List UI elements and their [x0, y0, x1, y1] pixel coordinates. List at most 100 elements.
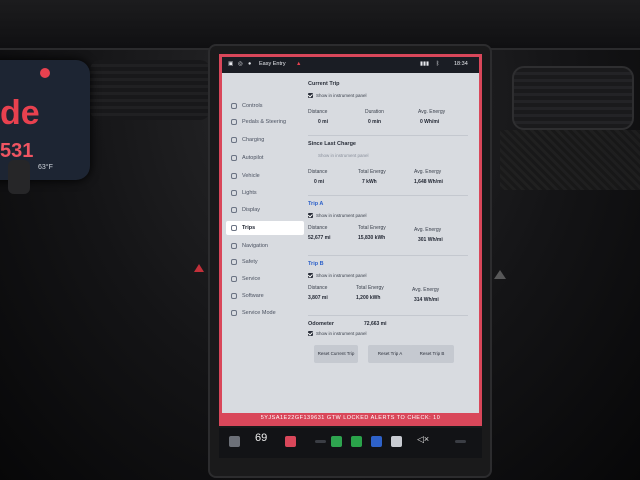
since-charge-distance: 0 mi [314, 179, 325, 185]
checkbox-checked-icon [308, 331, 313, 336]
profile-icon[interactable]: ● [248, 61, 251, 67]
current-distance: 0 mi [318, 119, 329, 125]
driver-icon[interactable]: ◎ [238, 61, 243, 67]
since-charge-distance-label: Distance [308, 169, 328, 175]
trip-a-avg-label: Avg. Energy [414, 227, 442, 233]
since-charge-show-label: Show in instrument panel [318, 153, 369, 158]
cluster-gear: de [0, 94, 40, 132]
odometer-value: 72,663 mi [364, 321, 387, 327]
download-icon [231, 293, 237, 299]
current-avg: 0 Wh/mi [420, 119, 440, 125]
trip-b-avg-label: Avg. Energy [412, 287, 440, 293]
sidebar-item-charging[interactable]: Charging [226, 133, 304, 147]
sidebar-item-vehicle[interactable]: Vehicle [226, 169, 304, 183]
since-charge-avg-label: Avg. Energy [414, 169, 442, 175]
sidebar-item-lights[interactable]: Lights [226, 186, 304, 200]
reset-current-trip-button[interactable]: Reset Current Trip [314, 345, 358, 363]
car-icon [231, 119, 237, 125]
light-icon [231, 190, 237, 196]
left-vent [90, 60, 210, 120]
alert-footer[interactable]: 5YJSA1E22GF139631 GTW LOCKED ALERTS TO C… [222, 413, 479, 423]
trip-a-show-checkbox[interactable]: Show in instrument panel [308, 213, 367, 218]
hazard-reflection-icon [494, 270, 506, 279]
current-trip-show-checkbox[interactable]: Show in instrument panel [308, 93, 367, 98]
sidebar-item-label: Service [242, 276, 261, 282]
profile-name[interactable]: Easy Entry [259, 61, 286, 67]
steering-stalk [8, 160, 30, 194]
camera-icon[interactable] [371, 436, 382, 447]
sidebar-item-label: Autopilot [242, 155, 264, 161]
wrench-icon[interactable] [285, 436, 296, 447]
odometer-show-checkbox[interactable]: Show in instrument panel [308, 331, 367, 336]
safety-icon [231, 259, 237, 265]
sidebar-item-display[interactable]: Display [226, 203, 304, 217]
sidebar-item-safety[interactable]: Safety [226, 255, 304, 269]
trip-b-show-checkbox[interactable]: Show in instrument panel [308, 273, 367, 278]
sidebar-item-software[interactable]: Software [226, 289, 304, 303]
current-duration: 0 min [368, 119, 382, 125]
carbon-trim [500, 130, 640, 190]
sidebar-item-autopilot[interactable]: Autopilot [226, 151, 304, 165]
sidebar-item-label: Vehicle [242, 173, 260, 179]
sidebar-item-navigation[interactable]: Navigation [226, 239, 304, 253]
dashboard: de 531 63°F ▣ ◎ ● Easy Entry ▲ ▮▮▮ ᛒ 18:… [0, 0, 640, 480]
since-charge-energy: 7 kWh [362, 179, 377, 185]
checkbox-checked-icon [308, 213, 313, 218]
bluetooth-icon: ᛒ [436, 61, 440, 67]
sliders-icon [231, 173, 237, 179]
trip-a-energy-label: Total Energy [358, 225, 386, 231]
sidebar-item-label: Display [242, 207, 261, 213]
sidebar-item-label: Safety [242, 259, 258, 265]
media-icon[interactable] [315, 440, 326, 443]
trip-b-title: Trip B [308, 261, 324, 267]
dock-arrow-icon[interactable] [455, 440, 466, 443]
divider [308, 195, 468, 196]
since-charge-energy-label: Total Energy [358, 169, 386, 175]
trip-b-distance: 3,807 mi [308, 295, 328, 301]
trips-panel: Current Trip Show in instrument panel Di… [308, 73, 476, 423]
bolt-icon [231, 137, 237, 143]
cabin-temperature[interactable]: 69 [255, 432, 267, 444]
dash-top-trim [0, 0, 640, 50]
since-charge-title: Since Last Charge [308, 141, 356, 147]
lte-signal-icon: ▮▮▮ [420, 61, 430, 67]
since-charge-avg: 1,648 Wh/mi [414, 179, 443, 185]
hazard-icon[interactable] [194, 264, 204, 272]
checkbox-checked-icon [308, 93, 313, 98]
settings-sidebar: Controls Pedals & Steering Charging Autopil… [222, 73, 304, 423]
wrench-icon [231, 276, 237, 282]
sidebar-item-controls[interactable]: Controls [226, 99, 304, 113]
trip-b-avg: 314 Wh/mi [414, 297, 439, 303]
current-distance-label: Distance [308, 109, 328, 115]
sidebar-item-label: Trips [242, 225, 256, 231]
sidebar-item-pedals-steering[interactable]: Pedals & Steering [226, 115, 304, 129]
sidebar-item-service[interactable]: Service [226, 272, 304, 286]
steering-icon [231, 155, 237, 161]
right-vent [512, 66, 634, 130]
navigation-icon [231, 243, 237, 249]
checkbox-checked-icon [308, 273, 313, 278]
sidebar-item-label: Charging [242, 137, 265, 143]
sidebar-item-label: Software [242, 293, 264, 299]
reset-trip-a-button[interactable]: Reset Trip A [368, 345, 412, 363]
calendar-icon[interactable] [391, 436, 402, 447]
trip-icon [231, 225, 237, 231]
current-duration-label: Duration [365, 109, 384, 115]
wrench-icon [231, 310, 237, 316]
trip-a-distance-label: Distance [308, 225, 328, 231]
trip-b-distance-label: Distance [308, 285, 328, 291]
sidebar-item-trips[interactable]: Trips [226, 221, 304, 235]
divider [308, 315, 468, 316]
app-icon[interactable] [331, 436, 342, 447]
sidebar-item-service-mode[interactable]: Service Mode [226, 306, 304, 320]
sidebar-item-label: Service Mode [242, 310, 276, 316]
lock-icon[interactable]: ▣ [228, 61, 233, 67]
volume-mute-icon[interactable]: ◁× [417, 434, 429, 445]
sidebar-item-label: Lights [242, 190, 257, 196]
alert-icon[interactable]: ▲ [296, 61, 301, 67]
car-icon[interactable] [229, 436, 240, 447]
reset-trip-b-button[interactable]: Reset Trip B [410, 345, 454, 363]
trip-a-distance: 52,677 mi [308, 235, 331, 241]
phone-icon[interactable] [351, 436, 362, 447]
sidebar-item-label: Controls [242, 103, 263, 109]
